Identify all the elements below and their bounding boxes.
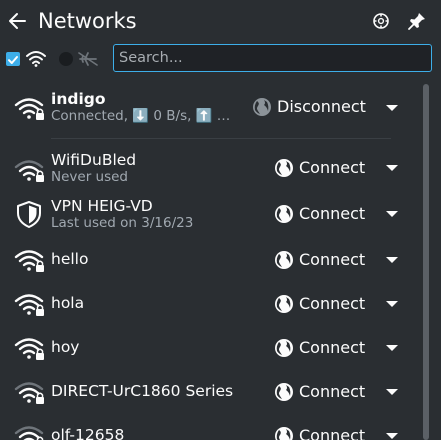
connect-label: Connect — [299, 158, 366, 177]
connect-label: Connect — [299, 426, 366, 440]
connect-label: Connect — [299, 382, 366, 401]
scrollbar[interactable] — [423, 84, 429, 440]
globe-icon — [275, 295, 293, 313]
search-field[interactable] — [113, 44, 432, 72]
network-status: Connected, ⬇️ 0 B/s, ⬆️ … — [51, 108, 231, 124]
globe-icon — [275, 159, 293, 177]
network-item-hello[interactable]: hello Connect — [0, 244, 420, 276]
wifi-secured-icon — [14, 426, 44, 440]
connect-label: Connect — [299, 294, 366, 313]
header: Networks — [0, 0, 441, 42]
network-name: hola — [51, 294, 85, 312]
globe-icon — [253, 98, 271, 116]
globe-icon — [275, 251, 293, 269]
network-item-wifidubled[interactable]: WifiDuBled Never used Connect — [0, 148, 420, 188]
checkmark-icon — [8, 56, 18, 64]
network-item-indigo[interactable]: indigo Connected, ⬇️ 0 B/s, ⬆️ … Disconn… — [0, 80, 420, 140]
toolbar — [0, 42, 441, 74]
chevron-down-icon[interactable] — [382, 294, 402, 314]
connect-button[interactable]: Connect — [274, 423, 374, 440]
network-item-direct-urc1860[interactable]: DIRECT-UrC1860 Series Connect — [0, 376, 420, 408]
network-name: WifiDuBled — [51, 151, 137, 169]
chevron-down-icon[interactable] — [382, 250, 402, 270]
airplane-mode-toggle[interactable] — [58, 51, 98, 67]
chevron-down-icon[interactable] — [382, 98, 402, 118]
network-configure-icon[interactable] — [371, 11, 391, 31]
search-input[interactable] — [119, 47, 424, 69]
page-title: Networks — [38, 9, 137, 33]
network-item-olf-12658[interactable]: olf-12658 Connect — [0, 420, 420, 440]
connect-button[interactable]: Connect — [274, 247, 374, 273]
network-item-hoy[interactable]: hoy Connect — [0, 332, 420, 364]
chevron-down-icon[interactable] — [382, 338, 402, 358]
network-status: Never used — [51, 169, 129, 185]
globe-icon — [275, 205, 293, 223]
connect-button[interactable]: Connect — [274, 379, 374, 405]
connect-label: Connect — [299, 338, 366, 357]
chevron-down-icon[interactable] — [382, 204, 402, 224]
network-list: indigo Connected, ⬇️ 0 B/s, ⬆️ … Disconn… — [0, 80, 441, 440]
globe-icon — [275, 339, 293, 357]
disconnect-label: Disconnect — [277, 97, 366, 116]
connect-button[interactable]: Connect — [274, 335, 374, 361]
network-item-hola[interactable]: hola Connect — [0, 288, 420, 320]
connect-button[interactable]: Connect — [274, 291, 374, 317]
connect-button[interactable]: Connect — [274, 201, 374, 227]
network-item-vpn-heig-vd[interactable]: VPN HEIG-VD Last used on 3/16/23 Connect — [0, 194, 420, 234]
chevron-down-icon[interactable] — [382, 158, 402, 178]
disconnect-button[interactable]: Disconnect — [252, 94, 372, 120]
wifi-secured-icon — [14, 382, 44, 404]
network-name: VPN HEIG-VD — [51, 197, 153, 215]
wifi-secured-icon — [14, 294, 44, 316]
wifi-icon — [26, 51, 46, 67]
wifi-secured-icon — [14, 250, 44, 272]
wifi-enabled-checkbox[interactable] — [6, 52, 20, 66]
wifi-secured-icon — [14, 98, 44, 120]
wifi-secured-icon — [14, 338, 44, 360]
wifi-secured-icon — [14, 160, 44, 182]
network-status: Last used on 3/16/23 — [51, 215, 194, 231]
globe-icon — [275, 383, 293, 401]
vpn-shield-icon — [17, 201, 41, 228]
connect-button[interactable]: Connect — [274, 155, 374, 181]
network-name: DIRECT-UrC1860 Series — [51, 382, 234, 400]
chevron-down-icon[interactable] — [382, 426, 402, 440]
network-name: olf-12658 — [51, 426, 125, 440]
connect-label: Connect — [299, 204, 366, 223]
network-name: hoy — [51, 338, 80, 356]
network-name: hello — [51, 250, 89, 268]
globe-icon — [275, 427, 293, 440]
connect-label: Connect — [299, 250, 366, 269]
pin-icon[interactable] — [406, 10, 428, 32]
separator — [51, 138, 391, 139]
chevron-down-icon[interactable] — [382, 382, 402, 402]
network-name: indigo — [51, 90, 106, 108]
go-back-arrow-icon[interactable] — [6, 9, 28, 33]
